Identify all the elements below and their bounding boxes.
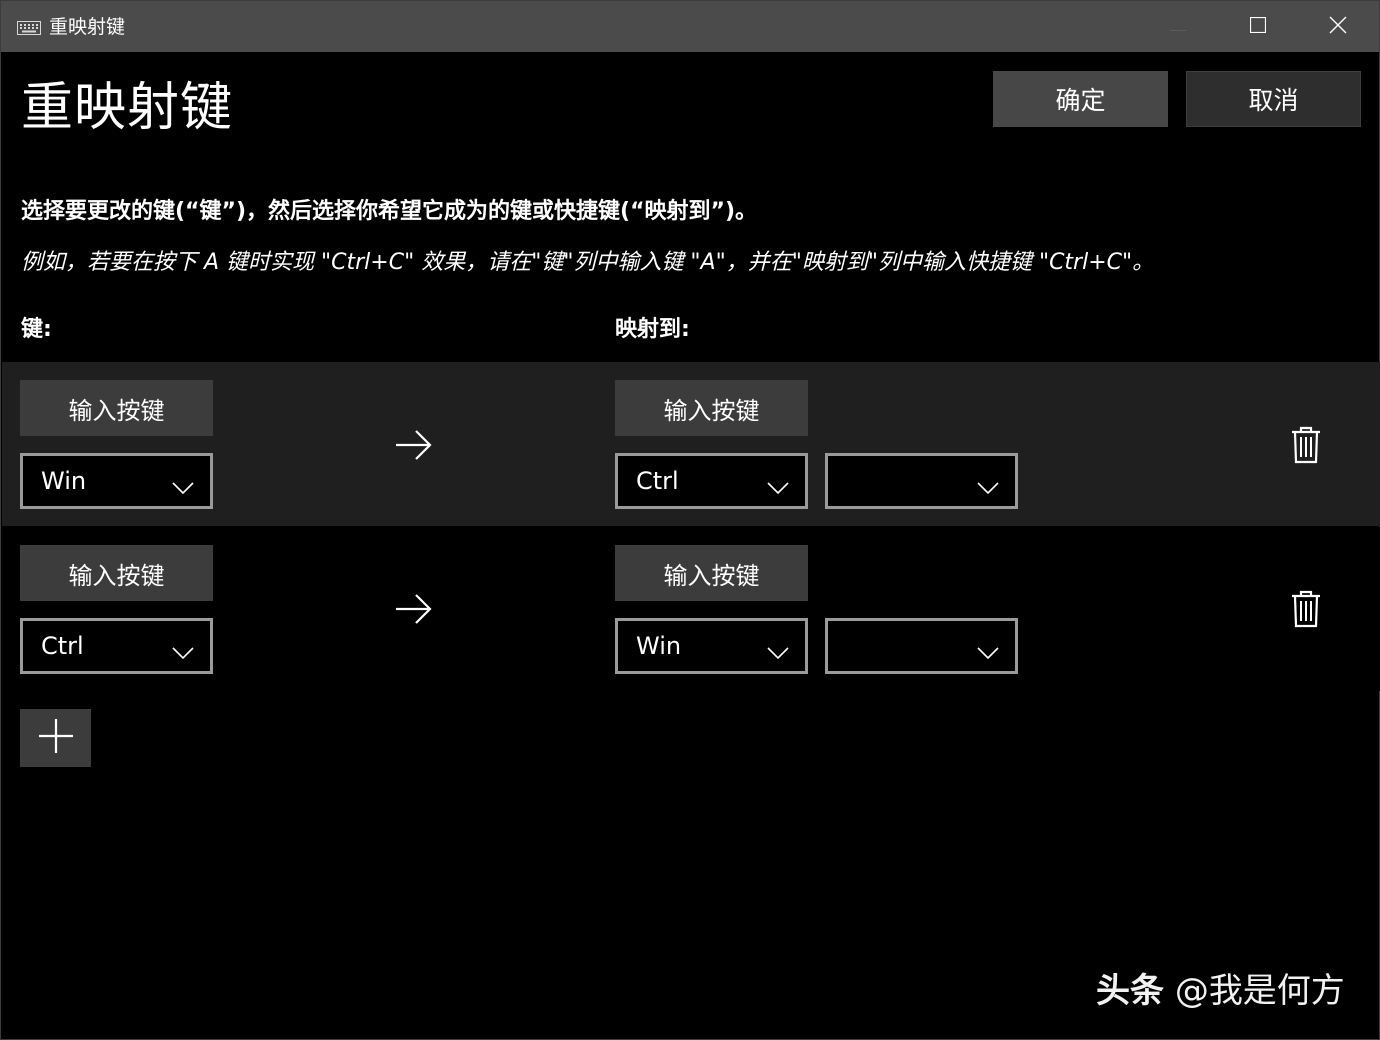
mapped-key-dropdown-2[interactable] [825, 618, 1018, 674]
chevron-down-icon [172, 638, 194, 660]
type-mapped-key-button[interactable]: 输入按键 [615, 380, 808, 436]
type-mapped-key-button[interactable]: 输入按键 [615, 545, 808, 601]
key-dropdown-value: Win [41, 467, 87, 495]
mapped-key-dropdown-1[interactable]: Ctrl [615, 453, 808, 509]
mapped-key-dropdown-value: Win [636, 632, 682, 660]
mapped-key-dropdown-value: Ctrl [636, 467, 679, 495]
key-dropdown-value: Ctrl [41, 632, 84, 660]
minimize-icon [1170, 17, 1186, 36]
plus-icon [38, 718, 74, 758]
close-button[interactable] [1298, 1, 1378, 52]
delete-row-icon[interactable] [1290, 426, 1322, 464]
key-dropdown[interactable]: Ctrl [20, 618, 213, 674]
chevron-down-icon [767, 473, 789, 495]
type-key-button[interactable]: 输入按键 [20, 545, 213, 601]
type-key-button[interactable]: 输入按键 [20, 380, 213, 436]
watermark: 头条 @我是何方 [1096, 967, 1345, 1015]
column-header-mapped-to: 映射到: [615, 317, 690, 342]
chevron-down-icon [767, 638, 789, 660]
arrow-right-icon [394, 591, 434, 627]
maximize-icon [1249, 16, 1267, 37]
chevron-down-icon [977, 473, 999, 495]
cancel-button[interactable]: 取消 [1186, 71, 1361, 127]
maximize-button[interactable] [1218, 1, 1298, 52]
chevron-down-icon [172, 473, 194, 495]
add-remap-button[interactable] [20, 709, 91, 767]
arrow-right-icon [394, 427, 434, 463]
column-header-key: 键: [21, 317, 52, 342]
title-bar: 重映射键 [1, 1, 1379, 52]
instructions-text: 选择要更改的键(“键”)，然后选择你希望它成为的键或快捷键(“映射到”)。 [21, 199, 758, 224]
remap-row: 输入按键 Ctrl 输入按键 Win [2, 527, 1380, 691]
delete-row-icon[interactable] [1290, 590, 1322, 628]
chevron-down-icon [977, 638, 999, 660]
mapped-key-dropdown-2[interactable] [825, 453, 1018, 509]
window-title: 重映射键 [49, 16, 126, 38]
minimize-button[interactable] [1138, 1, 1218, 52]
mapped-key-dropdown-1[interactable]: Win [615, 618, 808, 674]
watermark-brand: 头条 [1096, 971, 1164, 1011]
watermark-handle: @我是何方 [1174, 971, 1345, 1011]
page-title: 重映射键 [21, 78, 234, 138]
remap-row: 输入按键 Win 输入按键 Ctrl [2, 362, 1380, 526]
remap-keys-window: 重映射键 重映射键 确定 取消 选择要更改的键(“键”)，然后选择你希望它成为的… [0, 0, 1380, 1040]
ok-button[interactable]: 确定 [993, 71, 1168, 127]
close-icon [1329, 16, 1347, 38]
keyboard-icon [17, 20, 41, 35]
example-text: 例如，若要在按下 A 键时实现 "Ctrl+C" 效果，请在"键"列中输入键 "… [21, 250, 1155, 275]
key-dropdown[interactable]: Win [20, 453, 213, 509]
